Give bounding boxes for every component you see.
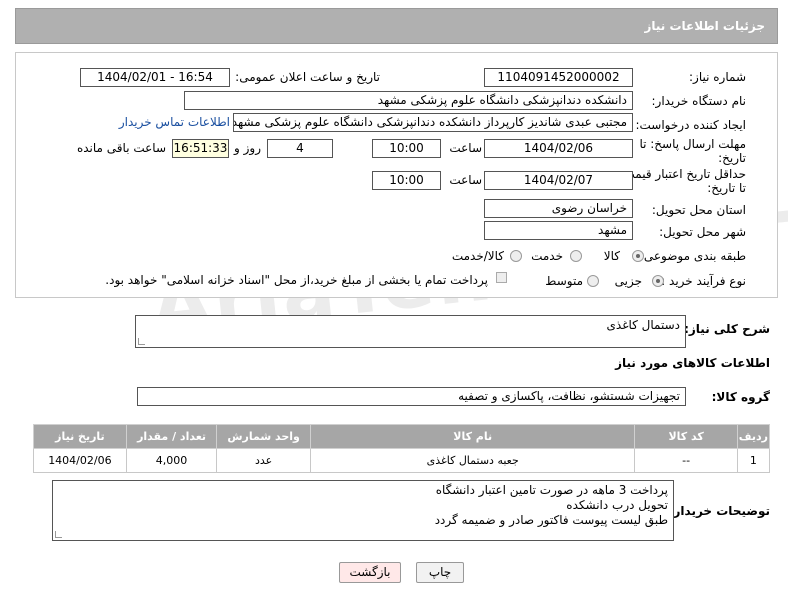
delivery-province-label: استان محل تحویل: (651, 203, 746, 217)
cell-quantity: 4,000 (125, 448, 218, 473)
reply-deadline-label-2: تاریخ: (718, 151, 746, 165)
price-validity-label-1: حداقل تاریخ اعتبار قیمت: (619, 167, 746, 181)
goods-group-field[interactable]: تجهیزات شستشو، نظافت، پاکسازی و تصفیه (137, 387, 686, 406)
requester-field[interactable]: مجتبی عبدی شاندیز کارپرداز دانشکده دندان… (233, 113, 633, 132)
reply-deadline-time-field[interactable]: 10:00 (372, 139, 441, 158)
buyer-notes-label: توضیحات خریدار: (668, 504, 770, 518)
description-textarea[interactable]: دستمال کاغذی (135, 315, 686, 348)
announce-datetime-field[interactable]: 1404/02/01 - 16:54 (80, 68, 230, 87)
col-need-date: تاریخ نیاز (33, 424, 127, 449)
buyer-notes-textarea[interactable]: پرداخت 3 ماهه در صورت تامین اعتبار دانشگ… (52, 480, 674, 541)
page-title: جزئیات اطلاعات نیاز (644, 19, 765, 33)
price-validity-date-field[interactable]: 1404/02/07 (484, 171, 633, 190)
category-option-goods: کالا (603, 249, 620, 263)
resize-handle-icon[interactable] (138, 338, 145, 345)
goods-section-title: اطلاعات کالاهای مورد نیاز (615, 356, 770, 370)
cell-need-date: 1404/02/06 (33, 448, 127, 473)
process-type-label: نوع فرآیند خرید : (661, 274, 746, 288)
category-label: طبقه بندی موضوعی: (639, 249, 746, 263)
buyer-notes-line: تحویل درب دانشکده (566, 498, 668, 512)
price-validity-label-2: تا تاریخ: (707, 181, 746, 195)
cell-unit: عدد (216, 448, 311, 473)
goods-table-header: ردیف کد کالا نام کالا واحد شمارش تعداد /… (33, 424, 771, 449)
price-validity-time-label: ساعت (449, 173, 482, 187)
reply-days-field[interactable]: 4 (267, 139, 333, 158)
remaining-time-label: ساعت باقی مانده (76, 141, 166, 155)
buyer-contact-link[interactable]: اطلاعات تماس خریدار (119, 115, 230, 129)
buyer-org-field[interactable]: دانشکده دندانپزشکی دانشگاه علوم پزشکی مش… (184, 91, 633, 110)
col-item-code: کد کالا (634, 424, 738, 449)
category-option-goods-service: کالا/خدمت (451, 249, 504, 263)
table-row[interactable]: 1 -- جعبه دستمال کاغذی عدد 4,000 1404/02… (33, 448, 771, 473)
category-radio-service[interactable] (570, 250, 582, 262)
description-text: دستمال کاغذی (606, 318, 680, 332)
reply-deadline-label-1: مهلت ارسال پاسخ: تا (639, 137, 746, 151)
goods-group-label: گروه کالا: (711, 390, 770, 404)
reply-deadline-time-label: ساعت (449, 141, 482, 155)
col-quantity: تعداد / مقدار (125, 424, 218, 449)
buyer-org-label: نام دستگاه خریدار: (651, 94, 747, 108)
buyer-notes-line: پرداخت 3 ماهه در صورت تامین اعتبار دانشگ… (435, 483, 668, 497)
price-validity-time-field[interactable]: 10:00 (372, 171, 441, 190)
treasury-payment-note: پرداخت تمام یا بخشی از مبلغ خرید،از محل … (105, 273, 488, 287)
requester-label: ایجاد کننده درخواست: (635, 118, 746, 132)
need-number-field[interactable]: 1104091452000002 (484, 68, 633, 87)
goods-table: ردیف کد کالا نام کالا واحد شمارش تعداد /… (33, 424, 771, 473)
process-radio-medium[interactable] (587, 275, 599, 287)
process-option-medium: متوسط (545, 274, 583, 288)
col-unit: واحد شمارش (216, 424, 311, 449)
category-option-service: خدمت (531, 249, 563, 263)
category-radio-goods-service[interactable] (510, 250, 522, 262)
delivery-city-field[interactable]: مشهد (484, 221, 633, 240)
col-item-name: نام کالا (309, 424, 636, 449)
description-label: شرح کلی نیاز: (684, 322, 770, 336)
cell-row-number: 1 (736, 448, 771, 473)
print-button[interactable]: چاپ (416, 562, 464, 583)
reply-deadline-date-field[interactable]: 1404/02/06 (484, 139, 633, 158)
remaining-time-field[interactable]: 16:51:33 (172, 139, 229, 158)
cell-item-code: -- (634, 448, 738, 473)
delivery-province-field[interactable]: خراسان رضوی (484, 199, 633, 218)
treasury-payment-checkbox[interactable] (496, 272, 507, 283)
process-radio-minor[interactable] (652, 275, 664, 287)
cell-item-name: جعبه دستمال کاغذی (309, 448, 636, 473)
page-header: جزئیات اطلاعات نیاز (15, 8, 778, 44)
reply-days-label: روز و (234, 141, 261, 155)
buyer-notes-line: طبق لیست پیوست فاکتور صادر و ضمیمه گردد (434, 513, 668, 527)
need-number-label: شماره نیاز: (689, 70, 746, 84)
resize-handle-icon[interactable] (55, 531, 62, 538)
back-button[interactable]: بازگشت (339, 562, 401, 583)
category-radio-goods[interactable] (632, 250, 644, 262)
announce-datetime-label: تاریخ و ساعت اعلان عمومی: (235, 70, 380, 84)
delivery-city-label: شهر محل تحویل: (659, 225, 746, 239)
col-row-number: ردیف (736, 424, 771, 449)
process-option-minor: جزیی (614, 274, 642, 288)
